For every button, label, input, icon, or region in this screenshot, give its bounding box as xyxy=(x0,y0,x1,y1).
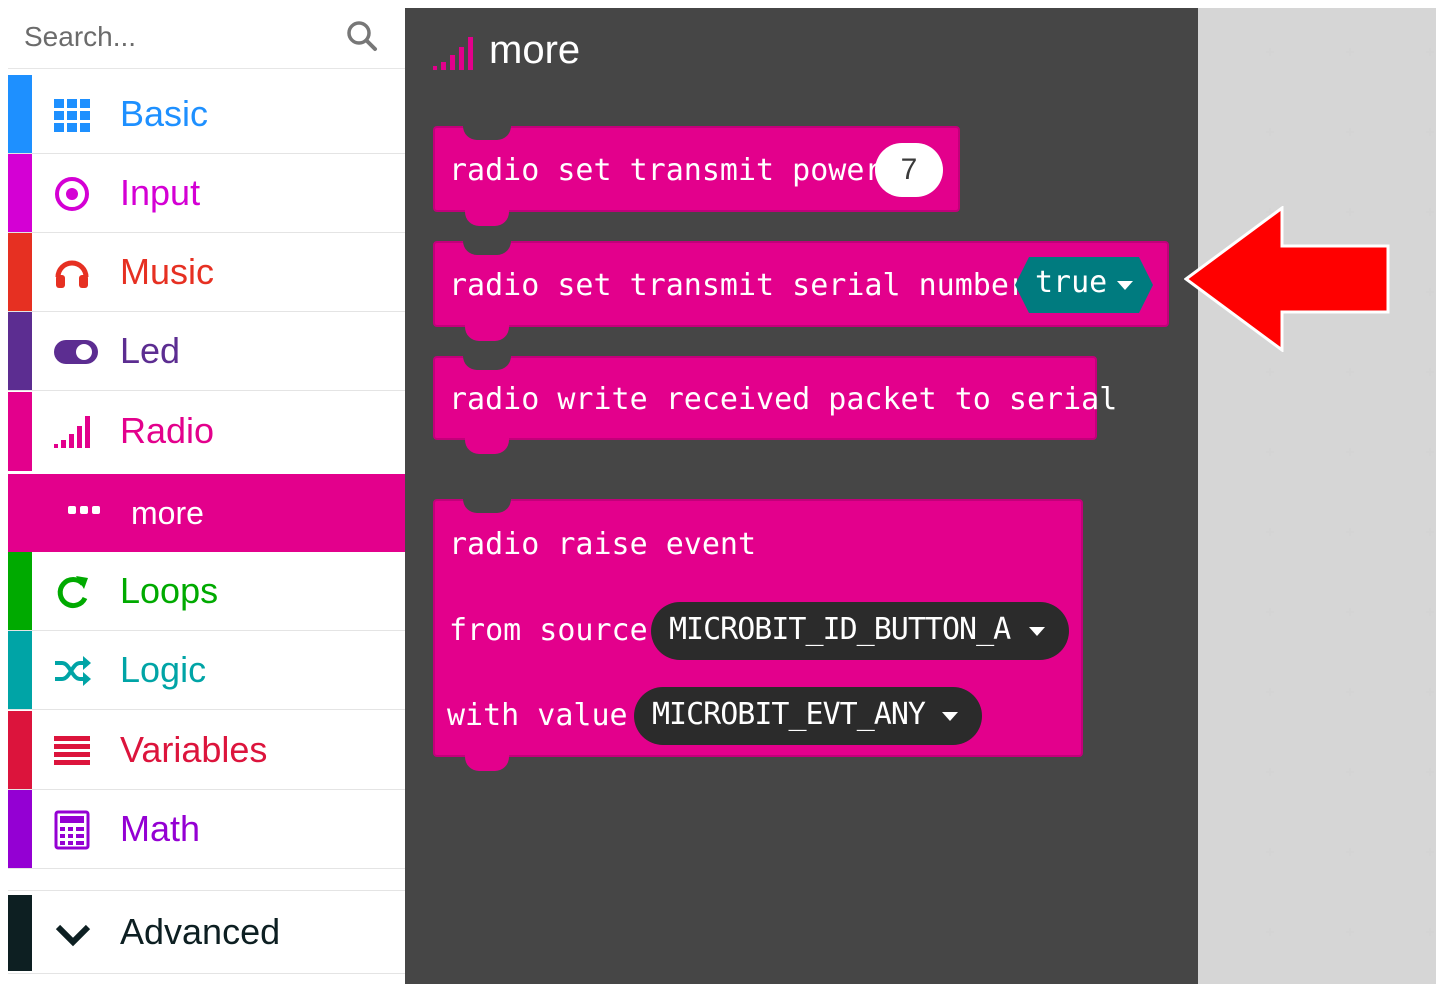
category-radio-more[interactable]: more xyxy=(8,474,405,552)
category-label: Loops xyxy=(120,570,219,611)
category-label: Music xyxy=(120,251,215,292)
category-color-stripe xyxy=(8,75,32,153)
block-text: radio write received packet to serial xyxy=(449,382,1118,417)
category-color-stripe xyxy=(8,392,32,471)
shuffle-icon xyxy=(55,656,91,686)
block-text: radio set transmit power xyxy=(449,153,883,188)
block-notch xyxy=(463,356,511,370)
toggle-icon xyxy=(54,340,98,364)
category-label: Variables xyxy=(120,729,268,770)
toolbox: Basic Input Music Led xyxy=(8,8,405,984)
grid-icon xyxy=(54,99,90,132)
block-set-transmit-serial-number[interactable]: radio set transmit serial number true xyxy=(433,241,1169,341)
category-color-stripe xyxy=(8,154,32,232)
workspace-canvas[interactable] xyxy=(1198,8,1436,984)
event-value: MICROBIT_EVT_ANY xyxy=(652,697,926,732)
block-tab xyxy=(465,210,509,226)
category-color-stripe xyxy=(8,790,32,868)
category-color-stripe xyxy=(8,552,32,630)
source-dropdown[interactable]: MICROBIT_ID_BUTTON_A xyxy=(651,602,1069,660)
search-bar xyxy=(8,8,405,69)
block-notch xyxy=(463,499,511,513)
category-color-stripe xyxy=(8,233,32,311)
block-text: radio set transmit serial number xyxy=(449,268,1027,303)
search-input[interactable] xyxy=(22,16,336,58)
workspace-grid xyxy=(1266,48,1434,936)
flyout-title: more xyxy=(489,28,581,72)
block-set-transmit-power[interactable]: radio set transmit power 7 xyxy=(433,126,960,226)
category-label: Input xyxy=(120,172,201,213)
radio-target-icon xyxy=(55,177,89,211)
category-color-stripe xyxy=(8,631,32,709)
category-label: Basic xyxy=(120,93,209,134)
category-label: Radio xyxy=(120,410,215,451)
headphones-icon xyxy=(55,260,89,288)
from-source-label: from source xyxy=(449,613,648,648)
search-icon[interactable] xyxy=(344,18,380,54)
boolean-dropdown[interactable]: true xyxy=(1015,257,1153,313)
power-value-input[interactable]: 7 xyxy=(875,143,943,197)
with-value-label: with value xyxy=(447,698,628,733)
category-logic[interactable]: Logic xyxy=(8,631,405,710)
signal-bars-icon xyxy=(54,416,90,448)
category-math[interactable]: Math xyxy=(8,790,405,869)
category-advanced[interactable]: Advanced xyxy=(8,890,405,974)
block-raise-event[interactable]: radio raise event from source MICROBIT_I… xyxy=(433,499,1083,771)
block-flyout: more radio set transmit power 7 radio se… xyxy=(405,8,1198,984)
category-label: Advanced xyxy=(120,911,281,952)
category-input[interactable]: Input xyxy=(8,154,405,233)
block-text: radio raise event xyxy=(449,527,757,562)
dropdown-caret-icon xyxy=(942,712,958,721)
source-value: MICROBIT_ID_BUTTON_A xyxy=(669,612,1011,647)
category-radio[interactable]: Radio xyxy=(8,392,405,471)
category-basic[interactable]: Basic xyxy=(8,75,405,154)
dropdown-caret-icon xyxy=(1029,627,1045,636)
block-tab xyxy=(465,325,509,341)
loop-arrow-icon xyxy=(57,576,88,609)
category-label: more xyxy=(131,495,204,531)
block-tab xyxy=(465,755,509,771)
value-dropdown[interactable]: MICROBIT_EVT_ANY xyxy=(634,687,982,745)
category-label: Logic xyxy=(120,649,207,690)
block-write-received-packet[interactable]: radio write received packet to serial xyxy=(433,356,1117,454)
category-color-stripe xyxy=(8,312,32,390)
block-tab xyxy=(465,438,509,454)
category-music[interactable]: Music xyxy=(8,233,405,312)
category-label: Math xyxy=(120,808,201,849)
category-color-stripe xyxy=(8,895,32,971)
category-loops[interactable]: Loops xyxy=(8,552,405,631)
category-label: Led xyxy=(120,330,181,371)
red-arrow-annotation xyxy=(1184,206,1390,352)
dropdown-caret-icon xyxy=(1117,281,1133,290)
block-notch xyxy=(463,241,511,255)
block-notch xyxy=(463,126,511,140)
lines-icon xyxy=(54,736,90,765)
calculator-icon xyxy=(54,810,90,850)
chevron-down-icon xyxy=(55,924,91,947)
category-variables[interactable]: Variables xyxy=(8,711,405,790)
ellipsis-icon xyxy=(68,506,100,514)
boolean-value: true xyxy=(1035,265,1108,300)
signal-bars-icon xyxy=(433,37,473,70)
category-color-stripe xyxy=(8,711,32,789)
category-led[interactable]: Led xyxy=(8,312,405,391)
